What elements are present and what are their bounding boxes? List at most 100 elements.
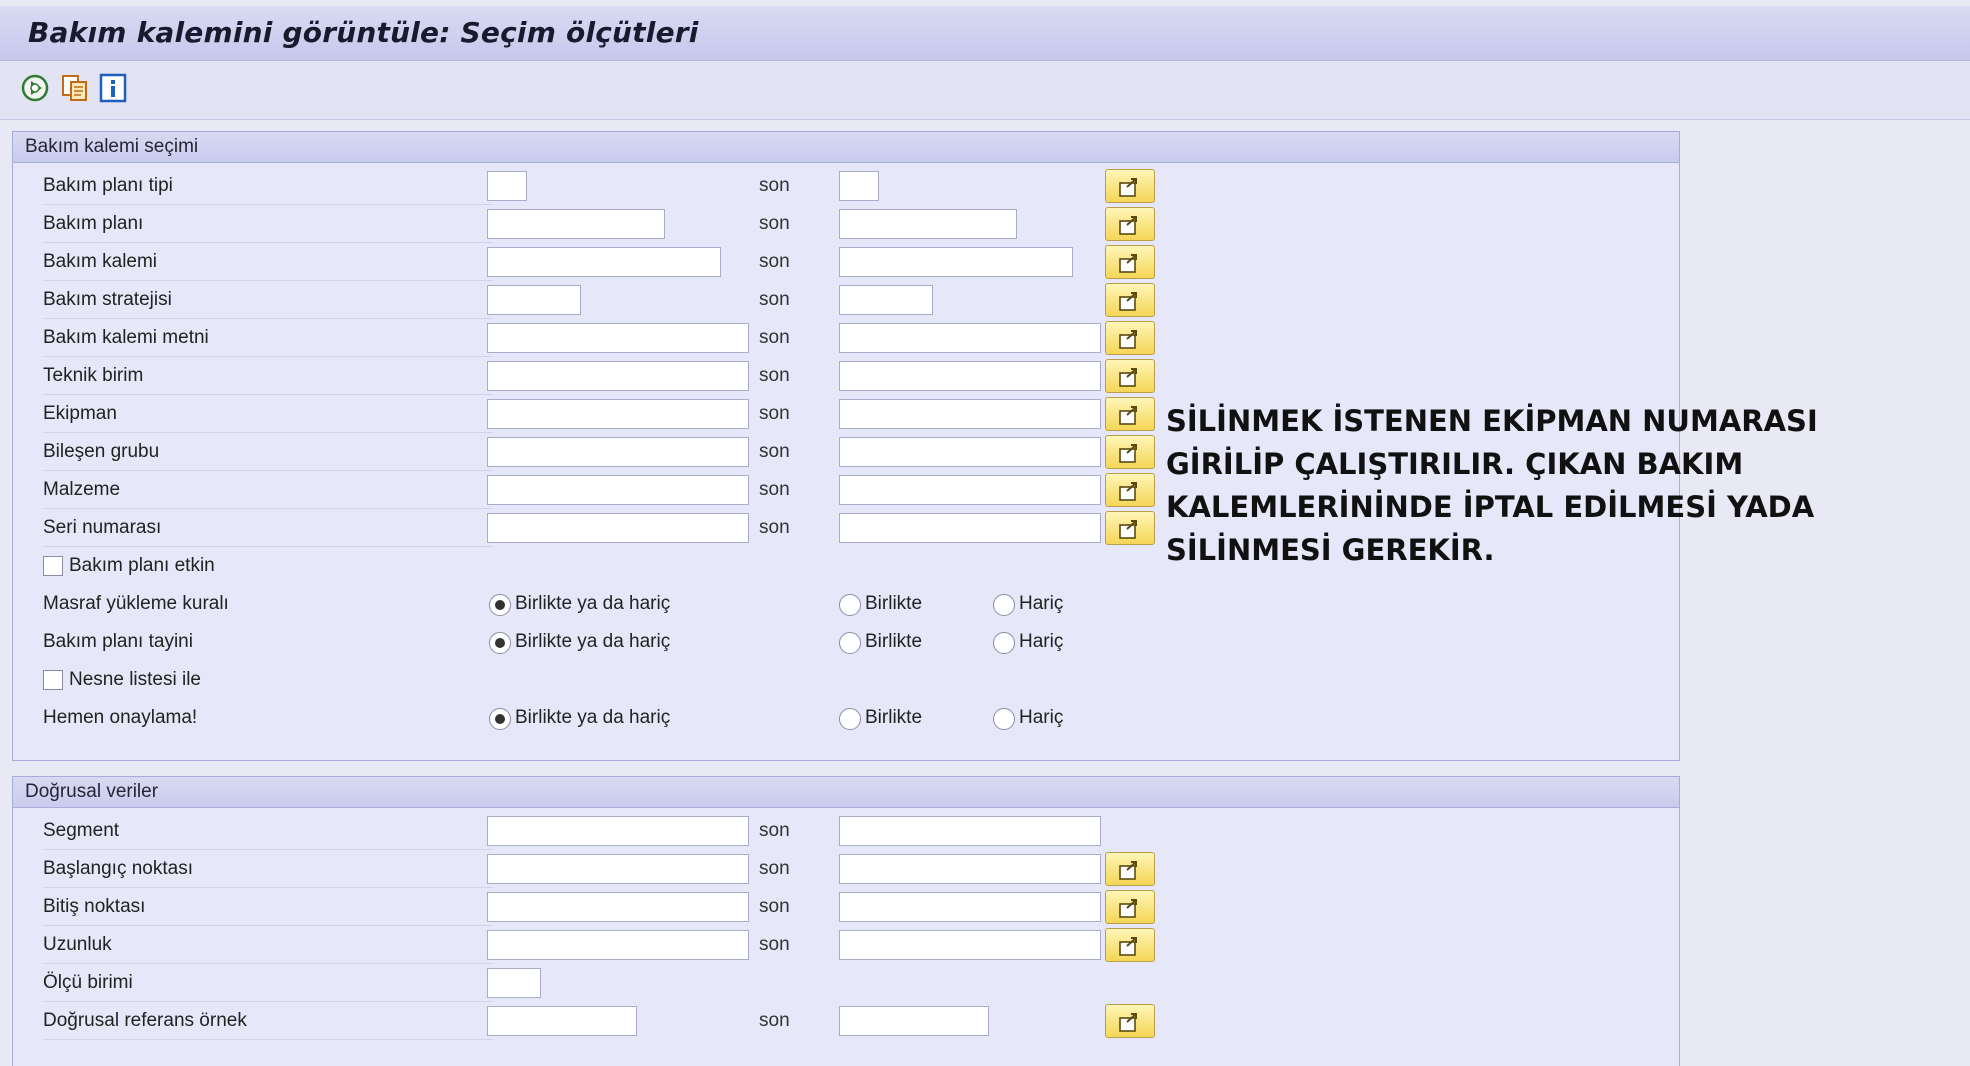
radio-option-label: Birlikte ya da hariç [515,593,671,614]
multiple-selection-button[interactable] [1105,928,1155,962]
checkbox-label: Nesne listesi ile [69,669,201,690]
field-from-input[interactable] [487,513,749,543]
radio-row-label: Bakım planı tayini [43,631,193,652]
field-from-input[interactable] [487,171,527,201]
annotation-line: SİLİNMEK İSTENEN EKİPMAN NUMARASI [1166,404,1818,438]
field-to-input[interactable] [839,475,1101,505]
toolbar [0,61,1970,120]
field-to-input[interactable] [839,1006,989,1036]
field-from-input[interactable] [487,399,749,429]
field-to-input[interactable] [839,247,1073,277]
annotation-note: SİLİNMEK İSTENEN EKİPMAN NUMARASI GİRİLİ… [1166,400,1886,572]
radio-option[interactable] [489,632,511,654]
field-to-input[interactable] [839,513,1101,543]
field-label: Bakım kalemi [43,244,493,281]
field-to-input[interactable] [839,209,1017,239]
multiple-selection-button[interactable] [1105,511,1155,545]
execute-icon[interactable] [20,73,50,103]
field-from-input[interactable] [487,968,541,998]
field-label: Bileşen grubu [43,434,493,471]
field-to-input[interactable] [839,399,1101,429]
field-from-input[interactable] [487,1006,637,1036]
group-header: Bakım kalemi seçimi [13,132,1679,163]
linear-row: Uzunluk son [13,927,1679,965]
multiple-selection-button[interactable] [1105,435,1155,469]
radio-row-label: Masraf yükleme kuralı [43,593,229,614]
field-to-label: son [759,251,790,272]
checkbox-label: Bakım planı etkin [69,555,215,576]
field-label: Başlangıç noktası [43,851,493,888]
radio-option[interactable] [839,594,861,616]
radio-option-label: Birlikte [865,707,923,728]
multiple-selection-button[interactable] [1105,359,1155,393]
field-from-input[interactable] [487,437,749,467]
info-icon[interactable] [98,73,128,103]
field-to-input[interactable] [839,816,1101,846]
linear-row: Başlangıç noktası son [13,851,1679,889]
linear-row: Segment son [13,813,1679,851]
title-bar: Bakım kalemini görüntüle: Seçim ölçütler… [0,6,1970,61]
multiple-selection-button[interactable] [1105,169,1155,203]
annotation-line: GİRİLİP ÇALIŞTIRILIR. ÇIKAN BAKIM [1166,447,1744,481]
linear-row: Bitiş noktası son [13,889,1679,927]
field-label: Malzeme [43,472,493,509]
field-to-label: son [759,1010,790,1031]
field-to-input[interactable] [839,892,1101,922]
linear-row: Ölçü birimi [13,965,1679,1003]
object-list-checkbox[interactable] [43,670,63,690]
field-from-input[interactable] [487,323,749,353]
radio-option[interactable] [489,594,511,616]
field-from-input[interactable] [487,361,749,391]
multiple-selection-button[interactable] [1105,207,1155,241]
multiple-selection-button[interactable] [1105,1004,1155,1038]
multiple-selection-button[interactable] [1105,397,1155,431]
field-to-input[interactable] [839,171,879,201]
field-from-input[interactable] [487,854,749,884]
selection-row: Bakım kalemi son [13,244,1679,282]
field-from-input[interactable] [487,892,749,922]
field-label: Uzunluk [43,927,493,964]
multiple-selection-button[interactable] [1105,473,1155,507]
radio-row: Hemen onaylama! Birlikte ya da hariç Birli… [13,700,1679,738]
field-to-input[interactable] [839,285,933,315]
field-from-input[interactable] [487,209,665,239]
multiple-selection-button[interactable] [1105,321,1155,355]
selection-row: Bakım planı son [13,206,1679,244]
multiple-selection-button[interactable] [1105,283,1155,317]
selection-row: Bakım kalemi metni son [13,320,1679,358]
radio-option-label: Hariç [1019,707,1064,728]
radio-option[interactable] [839,632,861,654]
radio-option[interactable] [993,632,1015,654]
radio-row-label: Hemen onaylama! [43,707,198,728]
field-label: Teknik birim [43,358,493,395]
field-label: Seri numarası [43,510,493,547]
field-from-input[interactable] [487,285,581,315]
field-to-label: son [759,403,790,424]
field-to-label: son [759,517,790,538]
multiple-selection-button[interactable] [1105,890,1155,924]
selection-row: Bakım planı tipi son [13,168,1679,206]
active-plan-checkbox[interactable] [43,556,63,576]
field-from-input[interactable] [487,475,749,505]
multiple-selection-button[interactable] [1105,245,1155,279]
field-to-label: son [759,479,790,500]
group-header: Doğrusal veriler [13,777,1679,808]
checkbox-row: Nesne listesi ile [13,662,1679,700]
field-from-input[interactable] [487,247,721,277]
field-to-input[interactable] [839,930,1101,960]
radio-option[interactable] [839,708,861,730]
field-to-input[interactable] [839,323,1101,353]
copy-variant-icon[interactable] [60,73,90,103]
radio-option[interactable] [993,594,1015,616]
radio-option[interactable] [993,708,1015,730]
multiple-selection-button[interactable] [1105,852,1155,886]
field-to-input[interactable] [839,437,1101,467]
field-to-input[interactable] [839,854,1101,884]
field-label: Bakım stratejisi [43,282,493,319]
field-label: Bakım planı [43,206,493,243]
field-label: Bakım kalemi metni [43,320,493,357]
field-to-input[interactable] [839,361,1101,391]
field-from-input[interactable] [487,816,749,846]
radio-option[interactable] [489,708,511,730]
field-from-input[interactable] [487,930,749,960]
